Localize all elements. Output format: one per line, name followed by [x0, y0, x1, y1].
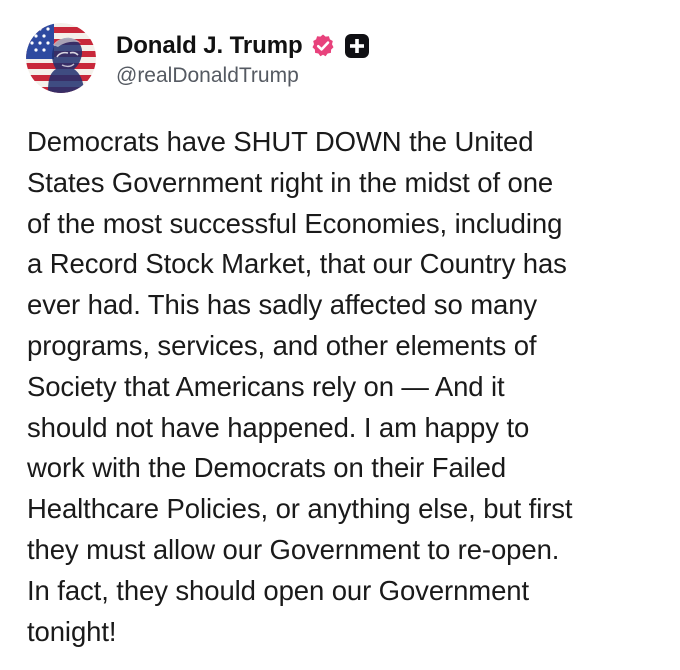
- post-card: Donald J. Trump @realDonaldTrump Democra…: [0, 0, 680, 670]
- author-names: Donald J. Trump @realDonaldTrump: [116, 29, 370, 88]
- plus-badge-icon: [344, 33, 370, 59]
- display-name[interactable]: Donald J. Trump: [116, 32, 303, 60]
- name-row: Donald J. Trump: [116, 29, 370, 63]
- avatar[interactable]: [26, 23, 96, 93]
- post-header: Donald J. Trump @realDonaldTrump: [26, 22, 370, 94]
- verified-badge-icon: [310, 33, 336, 59]
- avatar-image: [26, 23, 96, 93]
- author-handle[interactable]: @realDonaldTrump: [116, 64, 370, 88]
- post-body-text: Democrats have SHUT DOWN the United Stat…: [27, 126, 573, 647]
